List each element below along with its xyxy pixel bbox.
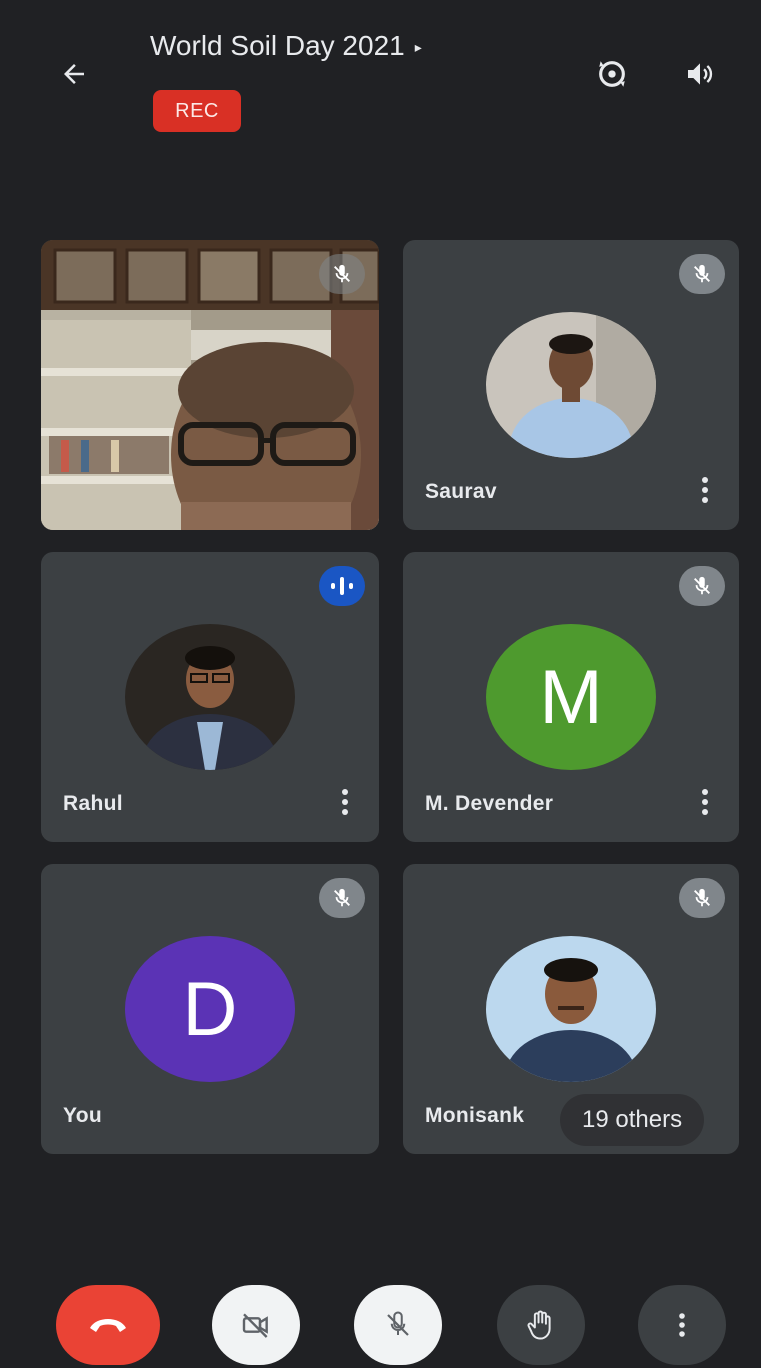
muted-indicator: [679, 566, 725, 606]
participant-options-button[interactable]: [335, 784, 355, 820]
avatar: [125, 624, 295, 770]
participant-options-button[interactable]: [695, 784, 715, 820]
participant-name: Rahul: [63, 792, 123, 815]
speaker-icon: [688, 63, 713, 85]
hand-icon: [527, 1310, 551, 1340]
more-vertical-icon: [702, 789, 708, 815]
mic-toggle-button[interactable]: [354, 1285, 442, 1365]
muted-indicator: [319, 254, 365, 294]
mic-off-icon: [694, 264, 710, 283]
more-options-button[interactable]: [638, 1285, 726, 1365]
mic-off-icon: [387, 1311, 409, 1336]
recording-badge: REC: [153, 90, 241, 132]
participant-name: You: [63, 1104, 103, 1127]
more-vertical-icon: [702, 477, 708, 503]
meeting-title-text: World Soil Day 2021: [150, 30, 405, 61]
camera-toggle-button[interactable]: [212, 1285, 300, 1365]
end-call-button[interactable]: [56, 1285, 160, 1365]
participant-tile[interactable]: Rahul: [41, 552, 379, 842]
speaking-indicator: [319, 566, 365, 606]
muted-indicator: [679, 254, 725, 294]
meet-call-screen: World Soil Day 2021 ▸ REC Saurav Rahul M…: [0, 0, 761, 1368]
audio-wave-icon: [331, 577, 353, 595]
arrow-left-icon: [64, 64, 84, 84]
others-count-chip[interactable]: 19 others: [560, 1094, 705, 1146]
phone-hangup-icon: [90, 1319, 126, 1332]
avatar: [486, 312, 656, 458]
more-vertical-icon: [679, 1313, 685, 1337]
switch-camera-button[interactable]: [588, 50, 636, 98]
back-button[interactable]: [52, 52, 96, 96]
participant-name: Monisank: [425, 1104, 525, 1127]
avatar-initial: D: [125, 936, 295, 1082]
muted-indicator: [679, 878, 725, 918]
participant-tile-video[interactable]: [41, 240, 379, 530]
participant-options-button[interactable]: [695, 472, 715, 508]
mic-off-icon: [334, 264, 350, 283]
meeting-title[interactable]: World Soil Day 2021 ▸: [150, 30, 422, 62]
mic-off-icon: [694, 888, 710, 907]
camera-off-icon: [242, 1313, 268, 1338]
more-vertical-icon: [342, 789, 348, 815]
mic-off-icon: [334, 888, 350, 907]
participant-name: M. Devender: [425, 792, 554, 815]
audio-output-button[interactable]: [676, 50, 724, 98]
camera-switch-icon: [599, 61, 625, 87]
mic-off-icon: [694, 576, 710, 595]
muted-indicator: [319, 878, 365, 918]
avatar: [486, 936, 656, 1082]
raise-hand-button[interactable]: [497, 1285, 585, 1365]
participant-tile[interactable]: Saurav: [403, 240, 739, 530]
participant-name: Saurav: [425, 480, 497, 503]
self-tile[interactable]: D You: [41, 864, 379, 1154]
avatar-initial: M: [486, 624, 656, 770]
chevron-right-icon: ▸: [414, 38, 422, 55]
participant-tile[interactable]: M M. Devender: [403, 552, 739, 842]
